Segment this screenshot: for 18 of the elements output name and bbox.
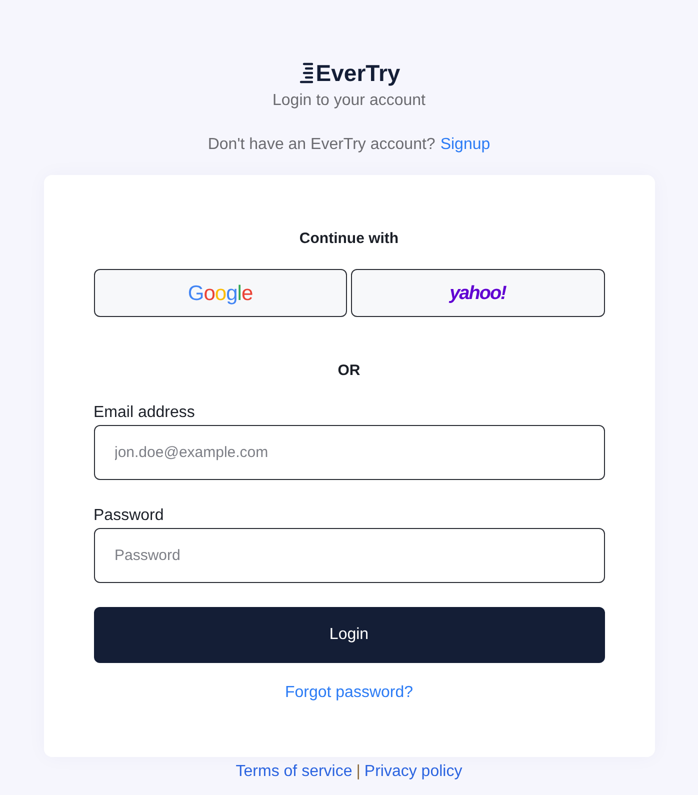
- field-label: Email address: [94, 403, 195, 423]
- link-separator: |: [356, 762, 360, 782]
- footer-link[interactable]: Terms of service: [236, 760, 352, 784]
- signup-prompt: Don't have an EverTry account?: [208, 135, 436, 155]
- brand-name: EverTry: [316, 59, 400, 87]
- google-sign-in-button[interactable]: Google: [94, 269, 347, 317]
- field-label: Password: [94, 506, 164, 526]
- yahoo-sign-in-button[interactable]: yahoo!: [351, 269, 604, 317]
- page-subtitle: Login to your account: [272, 91, 426, 111]
- input-field[interactable]: jon.doe@example.com: [94, 425, 604, 480]
- login-button[interactable]: Login: [94, 607, 604, 663]
- stacked-lines-logo-icon: [298, 62, 313, 84]
- continue-with-label: Continue with: [299, 229, 399, 249]
- or-divider-text: OR: [338, 361, 360, 381]
- footer-link[interactable]: Privacy policy: [364, 760, 462, 784]
- forgot-password-link[interactable]: Forgot password?: [284, 681, 414, 705]
- signup-link[interactable]: Signup: [440, 133, 490, 157]
- input-field[interactable]: Password: [94, 528, 604, 583]
